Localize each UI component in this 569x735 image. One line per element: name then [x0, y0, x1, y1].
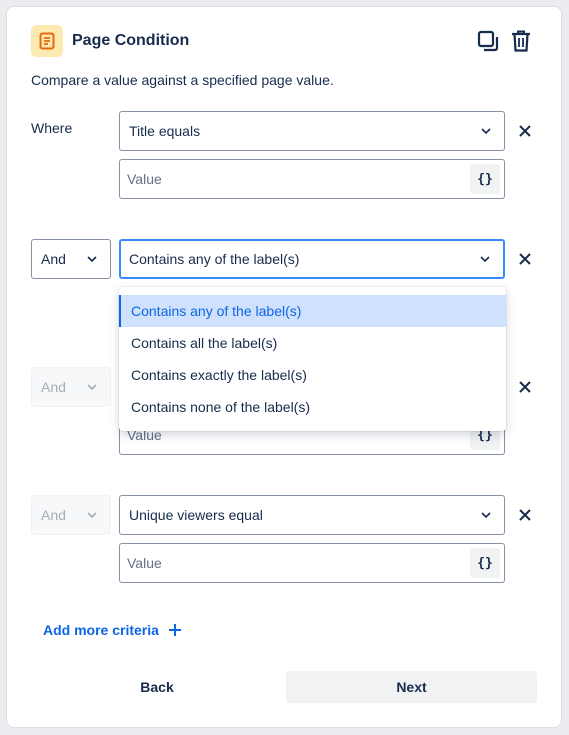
- operator-select: And: [31, 367, 111, 407]
- add-more-criteria-button[interactable]: Add more criteria: [43, 622, 181, 638]
- back-button[interactable]: Back: [32, 671, 282, 703]
- trash-icon[interactable]: [508, 28, 534, 54]
- next-button[interactable]: Next: [286, 671, 537, 703]
- add-more-label: Add more criteria: [43, 622, 159, 638]
- plus-icon: [168, 624, 181, 636]
- dropdown-option[interactable]: Contains all the label(s): [119, 327, 506, 359]
- chevron-down-icon: [87, 512, 97, 518]
- duplicate-icon[interactable]: [475, 28, 501, 54]
- where-label: Where: [31, 120, 73, 136]
- chevron-down-icon: [87, 256, 97, 262]
- select-value: And: [41, 507, 66, 523]
- select-value: Title equals: [129, 123, 201, 139]
- page-icon: [31, 25, 63, 57]
- variable-picker-button[interactable]: {}: [470, 548, 500, 578]
- remove-row-icon[interactable]: [518, 252, 532, 266]
- remove-row-icon[interactable]: [518, 508, 532, 522]
- select-value: Contains any of the label(s): [129, 251, 300, 267]
- value-input[interactable]: Value {}: [119, 543, 505, 583]
- value-placeholder: Value: [127, 171, 162, 187]
- operator-select: And: [31, 495, 111, 535]
- select-value: Unique viewers equal: [129, 507, 263, 523]
- variable-picker-button[interactable]: {}: [470, 164, 500, 194]
- value-placeholder: Value: [127, 555, 162, 571]
- criteria-field-select[interactable]: Unique viewers equal: [119, 495, 505, 535]
- value-input[interactable]: Value {}: [119, 159, 505, 199]
- criteria-field-select[interactable]: Title equals: [119, 111, 505, 151]
- criteria-field-select[interactable]: Contains any of the label(s): [119, 239, 505, 279]
- chevron-down-icon: [481, 512, 491, 518]
- chevron-down-icon: [480, 256, 490, 262]
- dropdown-option[interactable]: Contains exactly the label(s): [119, 359, 506, 391]
- chevron-down-icon: [481, 128, 491, 134]
- dropdown-option[interactable]: Contains any of the label(s): [119, 295, 506, 327]
- operator-select[interactable]: And: [31, 239, 111, 279]
- select-value: And: [41, 251, 66, 267]
- remove-row-icon[interactable]: [518, 380, 532, 394]
- remove-row-icon[interactable]: [518, 124, 532, 138]
- chevron-down-icon: [87, 384, 97, 390]
- dropdown-option[interactable]: Contains none of the label(s): [119, 391, 506, 423]
- panel-title: Page Condition: [72, 32, 190, 49]
- criteria-dropdown-menu: Contains any of the label(s) Contains al…: [119, 287, 506, 431]
- description-text: Compare a value against a specified page…: [31, 72, 334, 88]
- select-value: And: [41, 379, 66, 395]
